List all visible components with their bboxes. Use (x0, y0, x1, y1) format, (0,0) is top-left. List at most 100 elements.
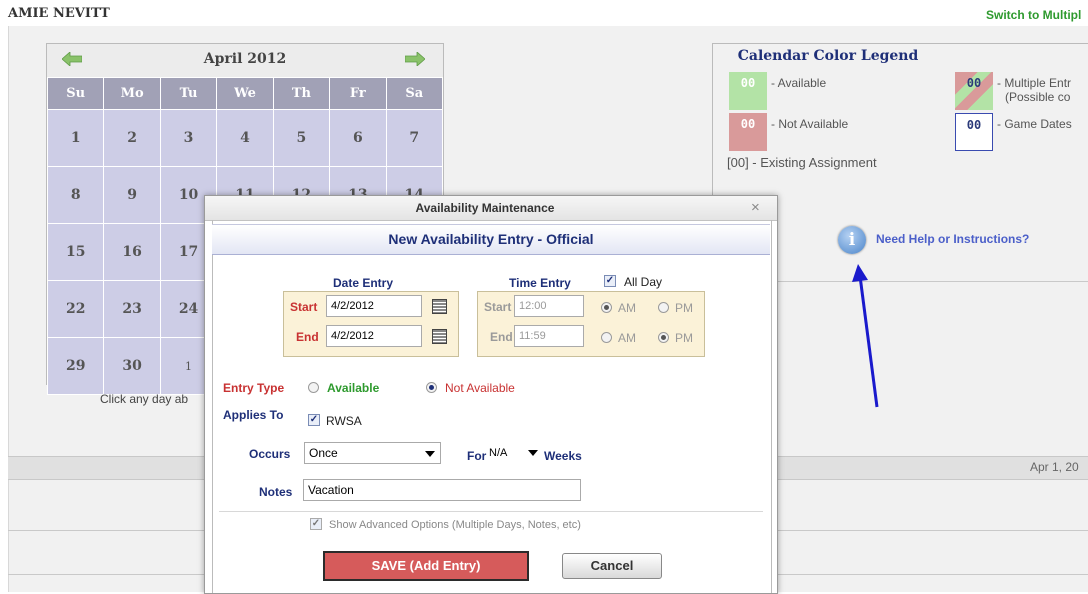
calendar-header: April 2012 (47, 44, 443, 77)
date-start-input[interactable]: 4/2/2012 (326, 295, 422, 317)
time-start-input[interactable]: 12:00 (514, 295, 584, 317)
calendar-month-label: April 2012 (203, 51, 287, 67)
calendar-week-row: 1 2 3 4 5 6 7 (46, 109, 444, 167)
occurs-value: Once (309, 446, 338, 460)
dialog-subheader: New Availability Entry - Official (212, 224, 770, 255)
dialog-titlebar[interactable]: Availability Maintenance × (205, 196, 777, 221)
calendar-hint-text: Click any day ab (100, 392, 189, 406)
calendar-day[interactable]: 8 (46, 166, 105, 224)
dialog-body (212, 220, 772, 593)
weekday-label: Mo (103, 77, 161, 110)
time-start-label: Start (484, 300, 512, 314)
calendar-day[interactable]: 1 (46, 109, 105, 167)
legend-label-multiple: - Multiple Entr (997, 76, 1072, 90)
weeks-label: Weeks (544, 449, 582, 463)
calendar-day[interactable]: 16 (103, 223, 161, 281)
help-instructions-link[interactable]: Need Help or Instructions? (876, 232, 1029, 246)
time-end-label: End (490, 330, 513, 344)
start-pm-radio[interactable] (658, 302, 669, 313)
for-label: For (467, 449, 487, 463)
calendar-day[interactable]: 7 (385, 109, 444, 167)
applies-to-checkbox[interactable]: ✓ (308, 414, 320, 426)
chevron-down-icon (528, 450, 538, 456)
top-bar (0, 0, 1088, 26)
end-am-label: AM (618, 331, 636, 345)
weekday-label: We (216, 77, 274, 110)
time-entry-title: Time Entry (509, 276, 571, 290)
save-add-entry-button[interactable]: SAVE (Add Entry) (323, 551, 529, 581)
calendar-day[interactable]: 6 (329, 109, 387, 167)
next-month-arrow-icon[interactable] (405, 52, 425, 66)
user-name: AMIE NEVITT (8, 6, 110, 21)
calendar-day[interactable]: 9 (103, 166, 161, 224)
calendar-color-legend: Calendar Color Legend 00 - Available 00 … (712, 43, 1088, 206)
legend-swatch-multiple: 00 (955, 72, 993, 110)
end-pm-radio[interactable] (658, 332, 669, 343)
time-end-input[interactable]: 11:59 (514, 325, 584, 347)
calendar-picker-icon[interactable] (432, 299, 447, 314)
date-entry-box: Start 4/2/2012 End 4/2/2012 (283, 291, 459, 357)
calendar-day[interactable]: 22 (46, 280, 105, 338)
cancel-button[interactable]: Cancel (562, 553, 662, 579)
all-day-checkbox[interactable]: ✓ (604, 275, 616, 287)
dialog-subtitle: New Availability Entry - Official (388, 231, 594, 247)
calendar-day[interactable]: 23 (103, 280, 161, 338)
time-entry-box: Start 12:00 AM PM End 11:59 AM PM (477, 291, 705, 357)
legend-title: Calendar Color Legend (737, 48, 919, 64)
applies-to-label: Applies To (223, 408, 284, 422)
info-icon[interactable]: i (838, 226, 866, 254)
legend-label-game-dates: - Game Dates (997, 117, 1072, 131)
for-weeks-value: N/A (489, 447, 508, 459)
applies-to-option-label: RWSA (326, 414, 362, 428)
legend-label-available: - Available (771, 76, 827, 90)
weekday-label: Sa (385, 77, 444, 110)
calendar-day[interactable]: 30 (103, 337, 161, 395)
legend-swatch-available: 00 (729, 72, 767, 110)
notes-label: Notes (259, 485, 293, 499)
calendar-day[interactable]: 2 (103, 109, 161, 167)
occurs-select[interactable]: Once (304, 442, 441, 464)
entry-type-available-radio[interactable] (308, 382, 319, 393)
occurs-label: Occurs (249, 447, 291, 461)
entry-type-not-available-radio[interactable] (426, 382, 437, 393)
for-weeks-select[interactable]: N/A (485, 442, 540, 464)
date-entry-title: Date Entry (333, 276, 394, 290)
divider (770, 281, 1088, 282)
calendar-day[interactable]: 15 (46, 223, 105, 281)
annotation-arrow-icon (852, 264, 879, 408)
weekday-label: Tu (159, 77, 218, 110)
notes-input[interactable]: Vacation (303, 479, 581, 501)
weekday-label: Fr (329, 77, 387, 110)
weekday-header-row: Su Mo Tu We Th Fr Sa (46, 77, 444, 110)
close-icon[interactable]: × (751, 199, 760, 216)
advanced-options-label: Show Advanced Options (Multiple Days, No… (329, 519, 581, 531)
divider (219, 511, 763, 512)
advanced-options-checkbox[interactable]: ✓ (310, 518, 322, 530)
start-pm-label: PM (675, 301, 693, 315)
calendar-day[interactable]: 29 (46, 337, 105, 395)
date-end-label: End (296, 330, 319, 344)
current-date-text: Apr 1, 20 (1030, 460, 1079, 474)
calendar-day[interactable]: 4 (216, 109, 274, 167)
availability-dialog: Availability Maintenance × New Availabil… (204, 195, 778, 594)
legend-swatch-not-available: 00 (729, 113, 767, 151)
legend-label-not-available: - Not Available (771, 117, 849, 131)
calendar-day[interactable]: 5 (272, 109, 331, 167)
date-start-label: Start (290, 300, 318, 314)
start-am-radio[interactable] (601, 302, 612, 313)
end-am-radio[interactable] (601, 332, 612, 343)
switch-view-link[interactable]: Switch to Multipl (986, 8, 1081, 22)
entry-type-not-available-label: Not Available (445, 381, 515, 395)
weekday-label: Su (46, 77, 105, 110)
legend-label-multiple-note: (Possible co (1005, 90, 1071, 104)
end-pm-label: PM (675, 331, 693, 345)
calendar-day[interactable]: 3 (159, 109, 218, 167)
date-end-input[interactable]: 4/2/2012 (326, 325, 422, 347)
entry-type-available-label: Available (327, 381, 380, 395)
weekday-label: Th (272, 77, 331, 110)
start-am-label: AM (618, 301, 636, 315)
legend-label-existing-assignment: [00] - Existing Assignment (727, 155, 877, 170)
dialog-title: Availability Maintenance (415, 201, 555, 215)
calendar-picker-icon[interactable] (432, 329, 447, 344)
chevron-down-icon (425, 451, 435, 457)
